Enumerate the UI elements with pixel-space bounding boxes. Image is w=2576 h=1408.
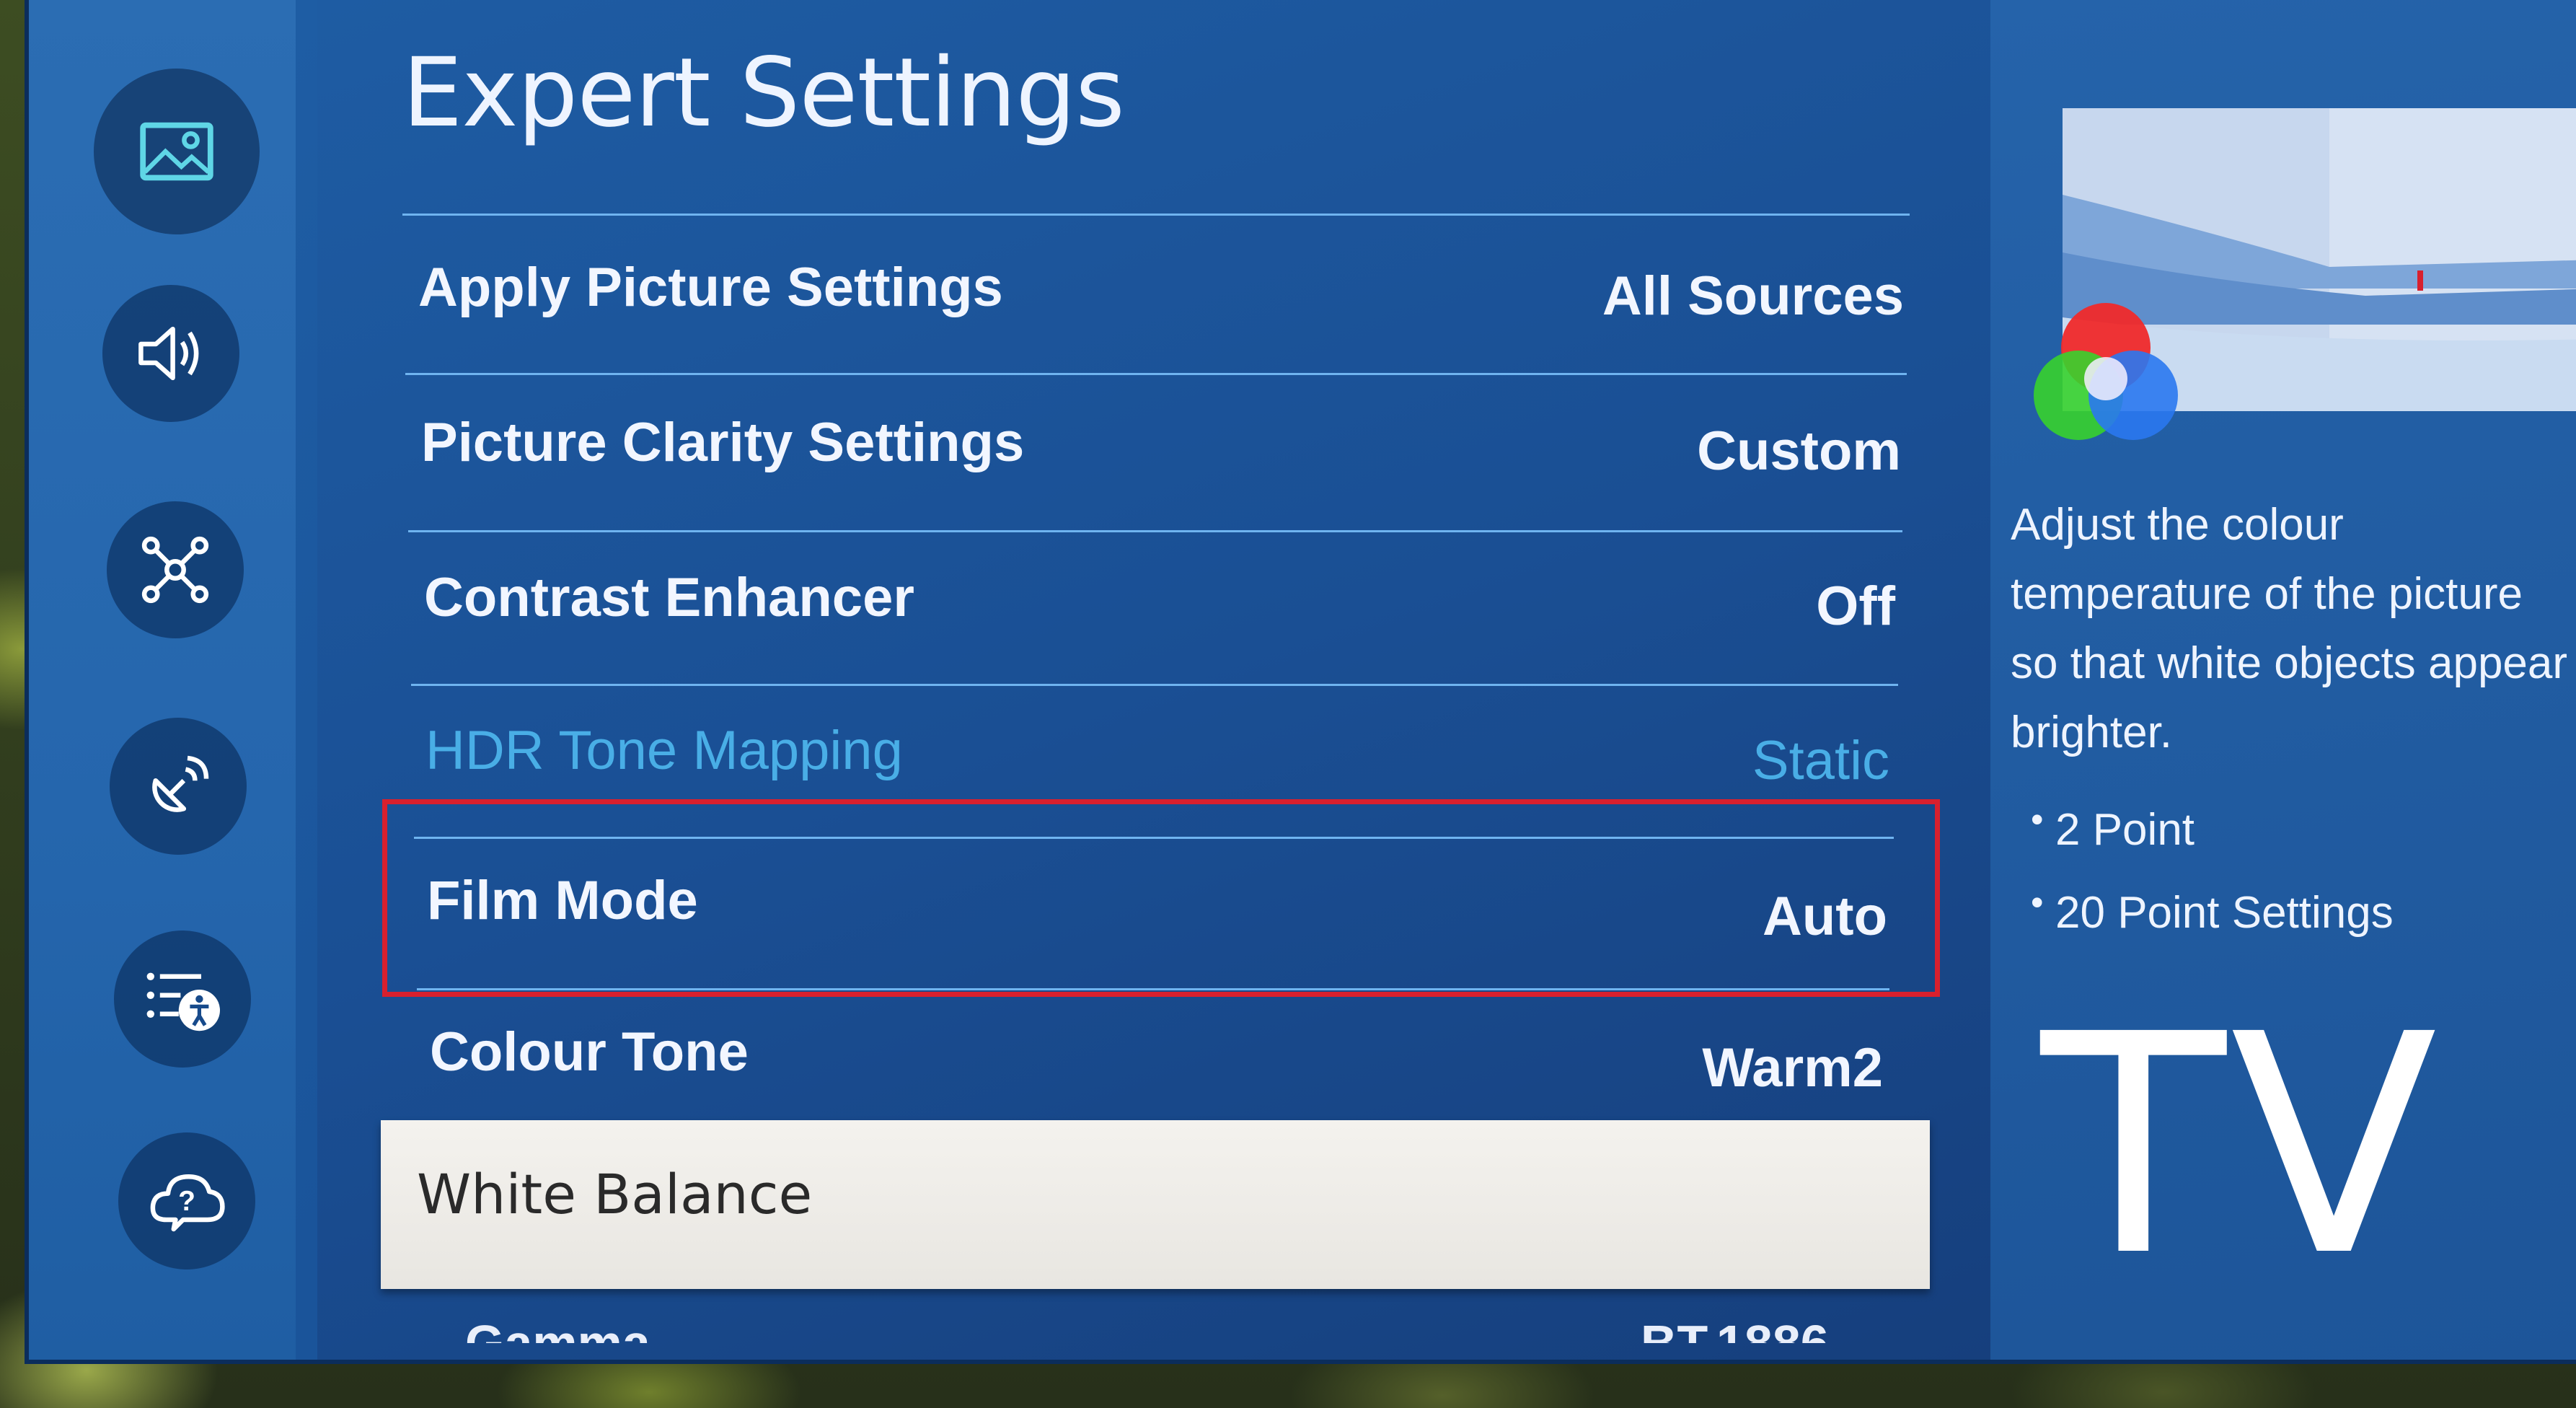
divider (414, 837, 1894, 839)
setting-label: Apply Picture Settings (418, 257, 1003, 318)
picture-icon (140, 122, 213, 181)
broadcast-icon (152, 755, 209, 812)
setting-row-apply-picture-settings[interactable]: Apply Picture Settings All Sources (418, 256, 1904, 364)
setting-label: Picture Clarity Settings (421, 412, 1025, 473)
connection-icon (141, 536, 209, 604)
setting-row-contrast-enhancer[interactable]: Contrast Enhancer Off (424, 566, 1895, 674)
settings-category-rail: ? (29, 0, 296, 1360)
rail-item-broadcasting[interactable] (110, 718, 247, 855)
rail-item-connection[interactable] (107, 501, 244, 638)
setting-label: Gamma (465, 1315, 650, 1343)
setting-row-colour-tone[interactable]: Colour Tone Warm2 (430, 1021, 1883, 1129)
rail-item-sound[interactable] (102, 285, 239, 422)
setting-value: Static (1752, 730, 1889, 791)
divider (408, 530, 1902, 532)
page-title: Expert Settings (402, 38, 1125, 149)
support-icon: ? (150, 1174, 225, 1232)
setting-label: Film Mode (427, 870, 698, 931)
setting-label: Contrast Enhancer (424, 567, 914, 628)
setting-row-film-mode[interactable]: Film Mode Auto (427, 869, 1887, 977)
setting-value: Auto (1762, 886, 1887, 947)
setting-label: HDR Tone Mapping (425, 720, 903, 781)
watermark-text: TV (2041, 970, 2442, 1323)
rail-item-support[interactable]: ? (118, 1132, 255, 1270)
rail-item-picture[interactable] (94, 69, 260, 234)
setting-value: Custom (1697, 421, 1901, 482)
setting-value: Off (1816, 576, 1895, 637)
divider (402, 214, 1910, 216)
expert-settings-panel: Expert Settings Apply Picture Settings A… (317, 0, 1990, 1360)
setting-row-white-balance[interactable]: White Balance (381, 1120, 1930, 1289)
help-bullet: 2 Point (2031, 798, 2195, 855)
setting-value: BT.1886 (1641, 1315, 1829, 1343)
rgb-circles-icon (2034, 303, 2178, 440)
help-bullet: 20 Point Settings (2031, 881, 2394, 938)
accessibility-icon (146, 972, 220, 1031)
sound-icon (138, 326, 199, 381)
setting-label: Colour Tone (430, 1021, 749, 1083)
svg-text:?: ? (178, 1186, 195, 1217)
divider (405, 373, 1907, 375)
rail-item-general-accessibility[interactable] (114, 930, 251, 1068)
divider (411, 684, 1898, 686)
setting-value: All Sources (1602, 265, 1904, 327)
tv-screen: ? Expert Settings Apply Picture Settings… (29, 0, 2576, 1360)
setting-row-picture-clarity-settings[interactable]: Picture Clarity Settings Custom (421, 411, 1901, 519)
setting-label: White Balance (417, 1162, 813, 1226)
help-description: Adjust the colour temperature of the pic… (2011, 500, 2568, 757)
divider (417, 988, 1889, 990)
setting-value: Warm2 (1702, 1037, 1883, 1099)
